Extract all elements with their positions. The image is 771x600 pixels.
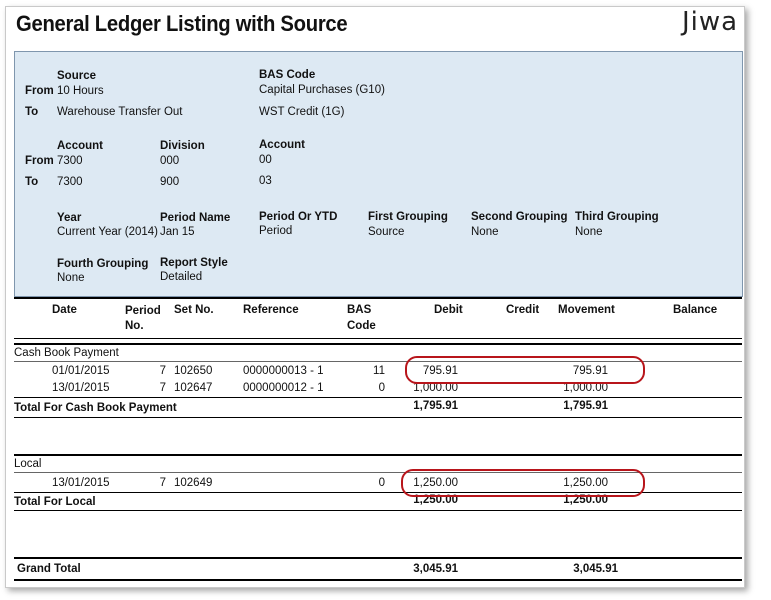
parameters-panel: Source BAS Code From 10 Hours Capital Pu…: [14, 51, 743, 297]
row-bas-code: 0: [378, 477, 385, 489]
to-label: To: [25, 106, 39, 118]
row-set-no: 102650: [174, 365, 213, 377]
row-bas-code: 11: [373, 365, 385, 377]
report-page: General Ledger Listing with Source Jiwa …: [5, 6, 745, 588]
col-reference: Reference: [243, 304, 299, 316]
division-to-value: 900: [160, 176, 180, 188]
grand-total-debit: 3,045.91: [413, 563, 458, 575]
account-label: Account: [57, 140, 103, 152]
row-set-no: 102647: [174, 382, 213, 394]
row-date: 01/01/2015: [52, 365, 110, 377]
fourth-grouping-label: Fourth Grouping: [57, 258, 149, 270]
header-bottom-rule: [14, 338, 742, 339]
period-or-ytd-value: Period: [259, 225, 293, 237]
group-total-movement: 1,795.91: [563, 400, 608, 412]
col-date: Date: [52, 304, 77, 316]
group-bottom-rule: [14, 510, 742, 511]
report-style-value: Detailed: [160, 271, 203, 283]
col-period-2: No.: [125, 320, 144, 332]
col-set-no: Set No.: [174, 304, 214, 316]
account2-to-value: 03: [259, 175, 272, 187]
grand-total-top-rule: [14, 557, 742, 559]
row-period: 7: [159, 365, 166, 377]
bas-from-value: Capital Purchases (G10): [259, 84, 385, 96]
group-top-rule: [14, 343, 742, 345]
bas-to-value: WST Credit (1G): [259, 106, 345, 118]
jiwa-logo: Jiwa: [682, 7, 739, 37]
first-grouping-value: Source: [368, 226, 405, 238]
division-from-value: 000: [160, 155, 180, 167]
row-period: 7: [159, 477, 166, 489]
col-bas-2: Code: [347, 320, 376, 332]
group-name-cash-book-payment: Cash Book Payment: [14, 347, 119, 359]
report-title: General Ledger Listing with Source: [16, 11, 348, 36]
grand-total-label: Grand Total: [17, 563, 81, 575]
row-reference: 0000000013 - 1: [243, 365, 324, 377]
group-bottom-rule: [14, 417, 742, 418]
account-from-value: 7300: [57, 155, 83, 167]
third-grouping-value: None: [575, 226, 603, 238]
bas-code-label: BAS Code: [259, 69, 316, 81]
year-value: Current Year (2014): [57, 226, 159, 238]
col-movement: Movement: [558, 304, 615, 316]
subtotal-rule: [14, 397, 742, 398]
col-debit: Debit: [434, 304, 463, 316]
col-bas-1: BAS: [347, 304, 372, 316]
grand-total-movement: 3,045.91: [573, 563, 618, 575]
row-date: 13/01/2015: [52, 382, 110, 394]
row-reference: 0000000012 - 1: [243, 382, 324, 394]
second-grouping-label: Second Grouping: [471, 211, 568, 223]
group-total-debit: 1,795.91: [413, 400, 458, 412]
period-name-label: Period Name: [160, 212, 231, 224]
account-to-value: 7300: [57, 176, 83, 188]
source-label: Source: [57, 70, 96, 82]
third-grouping-label: Third Grouping: [575, 211, 659, 223]
highlight-ring: [405, 356, 645, 384]
group-total-label: Total For Cash Book Payment: [14, 402, 177, 414]
account2-from-value: 00: [259, 154, 272, 166]
group-total-label: Total For Local: [14, 496, 96, 508]
division-label: Division: [160, 140, 205, 152]
account2-label: Account: [259, 139, 305, 151]
group-top-rule: [14, 454, 742, 456]
source-to-value: Warehouse Transfer Out: [57, 106, 183, 118]
first-grouping-label: First Grouping: [368, 211, 448, 223]
report-style-label: Report Style: [160, 257, 228, 269]
to-label-2: To: [25, 176, 39, 188]
row-set-no: 102649: [174, 477, 213, 489]
grand-total-bottom-rule: [14, 579, 742, 581]
from-label-2: From: [25, 155, 54, 167]
group-name-local: Local: [14, 458, 42, 470]
row-period: 7: [159, 382, 166, 394]
from-label: From: [25, 85, 54, 97]
col-balance: Balance: [673, 304, 718, 316]
source-from-value: 10 Hours: [57, 85, 104, 97]
fourth-grouping-value: None: [57, 272, 85, 284]
highlight-ring: [401, 469, 645, 497]
period-or-ytd-label: Period Or YTD: [259, 211, 338, 223]
period-name-value: Jan 15: [160, 226, 195, 238]
second-grouping-value: None: [471, 226, 499, 238]
year-label: Year: [57, 212, 82, 224]
header-top-rule: [14, 297, 742, 299]
row-bas-code: 0: [378, 382, 385, 394]
col-period-1: Period: [125, 305, 161, 317]
row-date: 13/01/2015: [52, 477, 110, 489]
col-credit: Credit: [506, 304, 540, 316]
